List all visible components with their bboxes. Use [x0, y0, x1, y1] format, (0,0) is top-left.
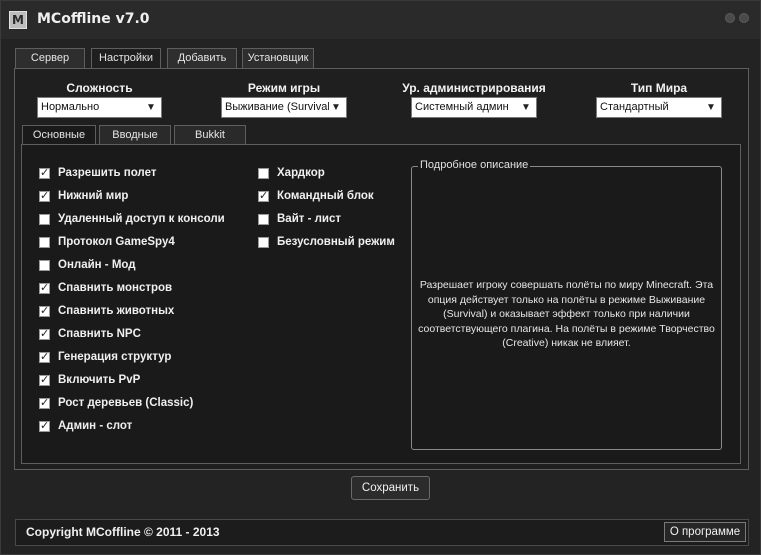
checkbox-command-block[interactable]	[258, 189, 269, 202]
difficulty-value: Нормально	[41, 101, 100, 113]
window-title: MCoffline v7.0	[37, 11, 150, 27]
checkbox-whitelist[interactable]	[258, 213, 269, 225]
tab-add[interactable]: Добавить	[167, 48, 237, 69]
option-label: Безусловный режим	[277, 236, 395, 248]
world-type-label: Тип Мира	[630, 81, 688, 95]
option-gamespy4[interactable]: Протокол GameSpy4	[39, 234, 175, 250]
app-window: M MCoffline v7.0 Сервер Настройки Добави…	[0, 0, 761, 555]
option-generate-structures[interactable]: Генерация структур	[39, 349, 171, 365]
title-bar[interactable]: M MCoffline v7.0	[1, 1, 760, 39]
option-label: Генерация структур	[58, 351, 172, 363]
game-mode-value: Выживание (Survival	[225, 101, 330, 113]
checkbox-generate-structures[interactable]	[39, 350, 50, 363]
description-legend: Подробное описание	[418, 159, 531, 171]
checkbox-spawn-monsters[interactable]	[39, 281, 50, 294]
copyright-text: Copyright MCoffline © 2011 - 2013	[26, 525, 220, 539]
checkbox-spawn-npc[interactable]	[39, 327, 50, 340]
chevron-down-icon: ▼	[329, 98, 343, 117]
option-label: Удаленный доступ к консоли	[58, 213, 225, 225]
option-label: Онлайн - Мод	[58, 259, 136, 271]
option-label: Разрешить полет	[58, 167, 157, 179]
option-spawn-monsters[interactable]: Спавнить монстров	[39, 280, 172, 296]
option-nether[interactable]: Нижний мир	[39, 188, 128, 204]
option-command-block[interactable]: Командный блок	[258, 188, 374, 204]
option-label: Нижний мир	[58, 190, 129, 202]
admin-level-select[interactable]: Системный админ ▼	[411, 97, 537, 118]
checkbox-tree-growth[interactable]	[39, 396, 50, 409]
tab-server[interactable]: Сервер	[15, 48, 85, 69]
game-mode-label: Режим игры	[247, 81, 321, 95]
option-allow-flight[interactable]: Разрешить полет	[39, 165, 156, 181]
chevron-down-icon: ▼	[519, 98, 533, 117]
save-button[interactable]: Сохранить	[351, 476, 430, 500]
chevron-down-icon: ▼	[144, 98, 158, 117]
option-label: Вайт - лист	[277, 213, 342, 225]
option-whitelist[interactable]: Вайт - лист	[258, 211, 341, 227]
world-type-select[interactable]: Стандартный ▼	[596, 97, 722, 118]
game-mode-select[interactable]: Выживание (Survival ▼	[221, 97, 347, 118]
checkbox-allow-flight[interactable]	[39, 166, 50, 179]
checkbox-nether[interactable]	[39, 189, 50, 202]
option-label: Админ - слот	[58, 420, 133, 432]
option-remote-console[interactable]: Удаленный доступ к консоли	[39, 211, 225, 227]
option-label: Рост деревьев (Classic)	[58, 397, 194, 409]
option-label: Протокол GameSpy4	[58, 236, 175, 248]
option-online-mode[interactable]: Онлайн - Мод	[39, 257, 136, 273]
checkbox-unconditional-mode[interactable]	[258, 236, 269, 248]
difficulty-label: Сложность	[66, 81, 133, 95]
about-button[interactable]: О программе	[664, 522, 746, 542]
checkbox-gamespy4[interactable]	[39, 236, 50, 248]
option-label: Командный блок	[277, 190, 374, 202]
close-icon[interactable]	[739, 13, 749, 23]
option-spawn-npc[interactable]: Спавнить NPC	[39, 326, 141, 342]
tab-installer[interactable]: Установщик	[242, 48, 314, 69]
checkbox-spawn-animals[interactable]	[39, 304, 50, 317]
option-tree-growth[interactable]: Рост деревьев (Classic)	[39, 395, 193, 411]
subtab-bukkit[interactable]: Bukkit	[174, 125, 246, 145]
option-label: Хардкор	[277, 167, 325, 179]
checkbox-online-mode[interactable]	[39, 259, 50, 271]
option-label: Включить PvP	[58, 374, 141, 386]
checkbox-pvp[interactable]	[39, 373, 50, 386]
option-hardcore[interactable]: Хардкор	[258, 165, 325, 181]
description-text: Разрешает игроку совершать полёты по мир…	[418, 279, 715, 349]
subtab-basic[interactable]: Основные	[22, 125, 96, 145]
checkbox-remote-console[interactable]	[39, 213, 50, 225]
admin-level-label: Ур. администрирования	[402, 81, 546, 95]
option-label: Спавнить NPC	[58, 328, 141, 340]
option-label: Спавнить животных	[58, 305, 175, 317]
checkbox-admin-slot[interactable]	[39, 419, 50, 432]
tab-settings[interactable]: Настройки	[91, 48, 161, 69]
option-spawn-animals[interactable]: Спавнить животных	[39, 303, 174, 319]
app-logo-icon: M	[9, 11, 27, 29]
chevron-down-icon: ▼	[704, 98, 718, 117]
checkbox-hardcore[interactable]	[258, 167, 269, 179]
option-admin-slot[interactable]: Админ - слот	[39, 418, 132, 434]
difficulty-select[interactable]: Нормально ▼	[37, 97, 162, 118]
option-pvp[interactable]: Включить PvP	[39, 372, 140, 388]
option-unconditional-mode[interactable]: Безусловный режим	[258, 234, 395, 250]
minimize-icon[interactable]	[725, 13, 735, 23]
world-type-value: Стандартный	[600, 101, 669, 113]
option-label: Спавнить монстров	[58, 282, 173, 294]
admin-level-value: Системный админ	[415, 101, 509, 113]
subtab-input[interactable]: Вводные	[99, 125, 171, 145]
